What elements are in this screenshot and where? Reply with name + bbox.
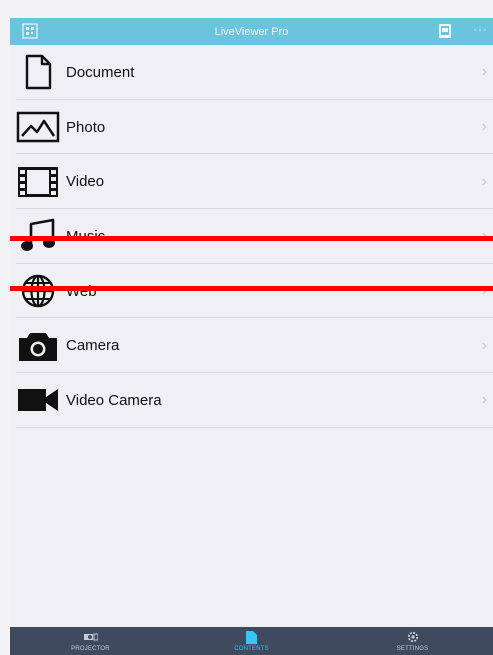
tab-contents[interactable]: CONTENTS (171, 627, 332, 655)
settings-icon (407, 631, 419, 644)
list-item-video[interactable]: Video › (10, 154, 493, 209)
content-list: Document › Photo › Video › Music › Web ›… (10, 45, 493, 428)
chevron-right-icon: › (481, 336, 487, 354)
list-item-web[interactable]: Web › (10, 264, 493, 319)
list-item-label: Music (66, 227, 106, 245)
tab-label: SETTINGS (396, 645, 429, 652)
chevron-right-icon: › (481, 391, 487, 409)
chevron-right-icon: › (481, 172, 487, 190)
chevron-right-icon: › (481, 227, 487, 245)
globe-icon (16, 273, 60, 309)
app-window: LiveViewer Pro ··· Document › Photo › Vi… (10, 18, 493, 655)
tab-settings[interactable]: SETTINGS (332, 627, 493, 655)
list-item-label: Document (66, 63, 135, 81)
app-title: LiveViewer Pro (214, 25, 289, 38)
tablet-icon[interactable] (437, 23, 453, 39)
tab-label: PROJECTOR (71, 645, 110, 652)
list-item-label: Video Camera (66, 391, 162, 409)
video-camera-icon (16, 382, 60, 418)
chevron-right-icon: › (481, 118, 487, 136)
list-item-label: Video (66, 173, 105, 191)
more-icon[interactable]: ··· (473, 22, 488, 36)
list-item-music[interactable]: Music › (10, 209, 493, 264)
projector-icon (83, 631, 98, 644)
camera-icon (16, 328, 60, 364)
scan-icon[interactable] (21, 22, 39, 40)
list-item-label: Photo (66, 118, 106, 136)
contents-icon (246, 630, 257, 644)
photo-icon (16, 109, 60, 145)
list-item-label: Camera (66, 337, 120, 355)
film-icon (16, 164, 60, 200)
list-item-photo[interactable]: Photo › (10, 100, 493, 155)
list-item-label: Web (66, 282, 97, 300)
document-icon (16, 54, 60, 90)
tab-bar: PROJECTOR CONTENTS SETTINGS (10, 627, 493, 655)
tab-projector[interactable]: PROJECTOR (10, 627, 171, 655)
top-bar: LiveViewer Pro ··· (10, 18, 493, 45)
list-item-camera[interactable]: Camera › (10, 318, 493, 373)
music-note-icon (16, 218, 60, 254)
chevron-right-icon: › (481, 63, 487, 81)
chevron-right-icon: › (481, 282, 487, 300)
tab-label: CONTENTS (234, 645, 269, 652)
list-item-document[interactable]: Document › (10, 45, 493, 100)
list-item-video-camera[interactable]: Video Camera › (10, 373, 493, 428)
